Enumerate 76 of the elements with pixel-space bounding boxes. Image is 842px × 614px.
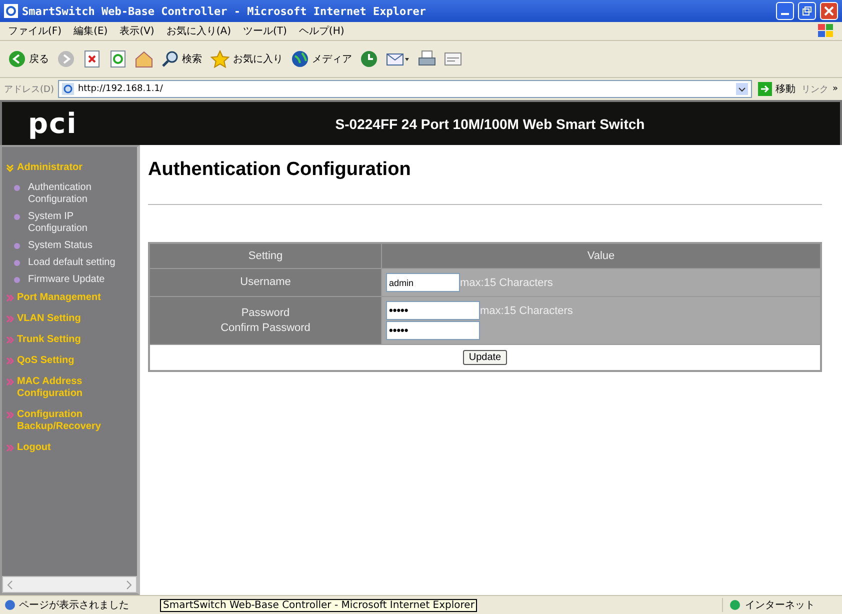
window-title: SmartSwitch Web-Base Controller - Microsoft Internet Explorer — [22, 4, 427, 18]
favorites-button[interactable]: お気に入り — [210, 50, 283, 68]
chevron-down-icon — [6, 164, 14, 172]
text-field[interactable]: ••••• — [386, 301, 480, 320]
update-button[interactable]: Update — [462, 350, 508, 365]
restore-button[interactable] — [798, 2, 816, 20]
stop-button[interactable] — [83, 50, 101, 68]
windows-flag-icon — [818, 24, 834, 38]
arrow-right-icon — [758, 82, 772, 96]
chevron-right-icon — [6, 294, 14, 302]
page-title: Authentication Configuration — [148, 159, 412, 181]
status-text: ページが表示されました — [0, 598, 129, 612]
star-icon — [210, 50, 230, 68]
edit-button[interactable] — [444, 50, 462, 68]
more-chevron[interactable]: » — [832, 84, 838, 94]
menu-item[interactable]: ファイル(F) — [8, 24, 62, 38]
history-icon — [360, 50, 378, 68]
minimize-button[interactable] — [776, 2, 794, 20]
chevron-right-icon — [6, 411, 14, 419]
tooltip: SmartSwitch Web-Base Controller - Microsoft Internet Explorer — [160, 599, 478, 612]
chevron-right-icon — [6, 315, 14, 323]
sidebar-item[interactable]: Firmware Update — [2, 272, 137, 289]
device-title: S-0224FF 24 Port 10M/100M Web Smart Switch — [334, 116, 646, 132]
text-field[interactable]: ••••• — [386, 321, 480, 340]
address-label: アドレス(D) — [4, 84, 54, 96]
bullet-icon — [14, 277, 20, 283]
chevron-right-icon — [6, 444, 14, 452]
menu-item[interactable]: 表示(V) — [120, 24, 154, 38]
field-hint: max:15 Characters — [480, 304, 573, 316]
setting-label: Username — [150, 269, 381, 296]
edit-icon — [444, 50, 462, 68]
back-icon — [8, 50, 26, 68]
bullet-icon — [14, 260, 20, 266]
stop-icon — [83, 50, 101, 68]
print-button[interactable] — [418, 50, 436, 68]
chevron-right-icon — [6, 336, 14, 344]
menu-item[interactable]: ヘルプ(H) — [298, 24, 344, 38]
horizontal-scrollbar[interactable] — [2, 576, 137, 593]
forward-icon — [57, 50, 75, 68]
sidebar-item[interactable]: Authentication Configuration — [2, 180, 137, 209]
bullet-icon — [14, 214, 20, 220]
field-hint: max:15 Characters — [460, 276, 553, 288]
history-button[interactable] — [360, 50, 378, 68]
dropdown-icon[interactable] — [736, 83, 748, 95]
restore-icon — [802, 6, 812, 16]
sidebar-item[interactable]: Load default setting — [2, 255, 137, 272]
media-button[interactable]: メディア — [291, 50, 352, 68]
text-field[interactable]: admin — [386, 273, 460, 292]
home-button[interactable] — [135, 50, 153, 68]
bullet-icon — [14, 185, 20, 191]
back-button[interactable]: 戻る — [8, 50, 49, 68]
menu-item[interactable]: ツール(T) — [243, 24, 287, 38]
ie-icon — [4, 4, 18, 18]
sidebar-item[interactable]: System Status — [2, 238, 137, 255]
chevron-right-icon — [6, 378, 14, 386]
search-button[interactable]: 検索 — [161, 50, 202, 68]
refresh-icon — [109, 50, 127, 68]
bullet-icon — [14, 243, 20, 249]
address-field[interactable]: http://192.168.1.1/ — [58, 80, 752, 98]
close-icon — [824, 6, 834, 16]
search-icon — [161, 50, 179, 68]
chevron-right-icon — [6, 357, 14, 365]
go-button[interactable]: 移動 — [756, 82, 798, 96]
column-header: Value — [382, 244, 820, 268]
setting-label: Password Confirm Password — [150, 297, 381, 344]
column-header: Setting — [150, 244, 381, 268]
refresh-button[interactable] — [109, 50, 127, 68]
printer-icon — [418, 50, 436, 68]
home-icon — [135, 50, 153, 68]
sidebar-item[interactable]: System IP Configuration — [2, 209, 137, 238]
menu-item[interactable]: お気に入り(A) — [166, 24, 231, 38]
close-button[interactable] — [820, 2, 838, 20]
zone-label: インターネット — [722, 598, 842, 612]
logo: pci — [27, 107, 78, 140]
links-label[interactable]: リンク — [801, 82, 828, 96]
menu-item[interactable]: 編集(E) — [74, 24, 108, 38]
